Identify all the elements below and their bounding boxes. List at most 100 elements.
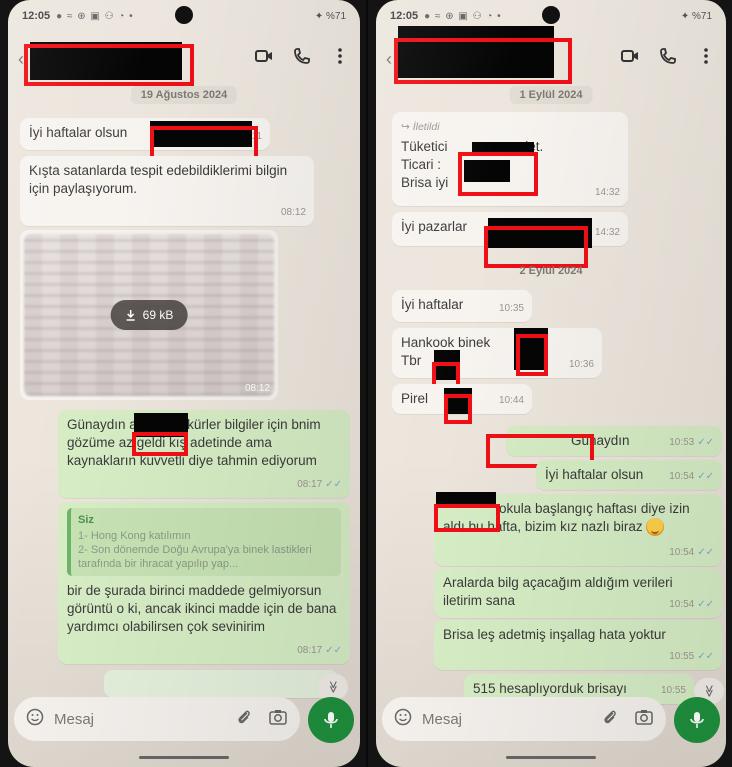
message-text: Pirel bbox=[401, 391, 429, 406]
message-text: Tüketici bbox=[401, 139, 448, 154]
microphone-icon bbox=[324, 712, 338, 728]
message-bubble[interactable]: İyi haftalar olsun 10:54 ✓✓ bbox=[536, 460, 722, 490]
read-receipt-icon: ✓✓ bbox=[325, 645, 342, 656]
message-composer[interactable]: Mesaj bbox=[14, 697, 300, 741]
message-bubble[interactable]: Kışta satanlarda tespit edebildiklerimi … bbox=[20, 156, 314, 226]
emoji-smile-icon bbox=[646, 518, 665, 537]
video-call-icon[interactable] bbox=[254, 46, 274, 66]
read-receipt-icon: ✓✓ bbox=[697, 437, 714, 448]
read-receipt-icon: ✓✓ bbox=[697, 471, 714, 482]
emoji-icon[interactable] bbox=[26, 708, 44, 730]
camera-cutout bbox=[175, 6, 193, 24]
left-phone-photo: 12:05 ● ≈ ⊕ ▣ ⚇ ◔ • ✦ %71 ‹ 19 Ağustos 2… bbox=[0, 0, 366, 767]
message-time: 10:55 bbox=[660, 685, 686, 696]
reply-message-bubble[interactable]: Siz 1- Hong Kong katılımın 2- Son dönemd… bbox=[58, 502, 350, 664]
home-indicator bbox=[139, 756, 229, 759]
voice-message-button[interactable] bbox=[674, 697, 720, 743]
date-chip: 19 Ağustos 2024 bbox=[130, 86, 238, 104]
phone-call-icon[interactable] bbox=[292, 46, 312, 66]
message-composer[interactable]: Mesaj bbox=[382, 697, 666, 741]
message-input[interactable]: Mesaj bbox=[54, 711, 94, 728]
message-text: Günaydın abi, teşekkürler bilgiler için … bbox=[67, 417, 321, 468]
battery-indicator: ✦ %71 bbox=[680, 10, 712, 22]
message-text: İyi haftalar olsun bbox=[29, 125, 128, 140]
message-time: 10:54 bbox=[669, 599, 695, 610]
message-bubble[interactable]: İyi haftalar 10:35 bbox=[392, 290, 532, 322]
date-chip: 2 Eylül 2024 bbox=[519, 265, 583, 277]
camera-cutout bbox=[542, 6, 560, 24]
read-receipt-icon: ✓✓ bbox=[325, 479, 342, 490]
video-call-icon[interactable] bbox=[620, 46, 640, 66]
redaction-highlight-box bbox=[458, 152, 538, 196]
status-icons: ● ≈ ⊕ ▣ ⚇ ◔ • bbox=[424, 10, 502, 22]
microphone-icon bbox=[690, 712, 704, 728]
chevron-down-icon: ≫ bbox=[702, 684, 716, 698]
status-bar: 12:05 ● ≈ ⊕ ▣ ⚇ ◔ • ✦ %71 bbox=[8, 0, 360, 32]
camera-icon[interactable] bbox=[268, 708, 288, 730]
message-text: Hankook binek bbox=[401, 335, 491, 350]
message-time: 14:32 bbox=[594, 187, 620, 198]
attach-icon[interactable] bbox=[236, 708, 252, 730]
redaction-highlight-box bbox=[132, 432, 188, 456]
message-text: Tbr bbox=[401, 353, 422, 368]
more-options-icon[interactable] bbox=[696, 46, 716, 66]
read-receipt-icon: ✓✓ bbox=[697, 651, 714, 662]
status-icons: ● ≈ ⊕ ▣ ⚇ ◔ • bbox=[56, 10, 134, 22]
chevron-down-icon: ≫ bbox=[326, 680, 340, 694]
message-time: 10:54 bbox=[669, 547, 695, 558]
right-phone-photo: 12:05 ● ≈ ⊕ ▣ ⚇ ◔ • ✦ %71 ‹ 1 Eylül 2024 bbox=[366, 0, 732, 767]
message-time: 08:17 bbox=[297, 645, 323, 656]
message-bubble[interactable]: Hankook binek Tbr 10:36 bbox=[392, 328, 602, 378]
redaction-highlight-box bbox=[394, 38, 572, 84]
message-text: okula başlangıç haftası diye bbox=[499, 501, 666, 516]
quote-line: 2- Son dönemde Doğu Avrupa'ya binek last… bbox=[78, 544, 312, 570]
camera-icon[interactable] bbox=[634, 708, 654, 730]
message-text: Kışta satanlarda tespit edebildiklerimi … bbox=[29, 163, 288, 196]
read-receipt-icon: ✓✓ bbox=[697, 599, 714, 610]
forwarded-label: ↪ İletildi bbox=[401, 121, 440, 133]
message-time: 14:32 bbox=[594, 227, 620, 238]
voice-message-button[interactable] bbox=[308, 697, 354, 743]
quoted-message[interactable]: Siz 1- Hong Kong katılımın 2- Son dönemd… bbox=[67, 508, 341, 576]
status-time: 12:05 bbox=[390, 10, 419, 22]
message-text: İyi pazarlar bbox=[401, 219, 468, 234]
download-icon bbox=[126, 310, 135, 321]
partial-message-bubble[interactable] bbox=[104, 670, 338, 698]
message-time: 10:36 bbox=[568, 359, 594, 370]
image-message[interactable]: 69 kB 08:12 bbox=[20, 230, 278, 400]
message-input[interactable]: Mesaj bbox=[422, 711, 462, 728]
attach-icon[interactable] bbox=[602, 708, 618, 730]
message-text: Aralarda bilg açacağım aldığım verileri … bbox=[443, 575, 673, 608]
quote-author: Siz bbox=[78, 514, 94, 526]
message-time: 08:12 bbox=[280, 207, 306, 218]
message-time: 10:55 bbox=[669, 651, 695, 662]
message-time: 08:12 bbox=[244, 383, 270, 394]
message-bubble[interactable]: Aralarda bilg açacağım aldığım verileri … bbox=[434, 568, 722, 618]
quote-line: 1- Hong Kong katılımın bbox=[78, 530, 191, 542]
redaction-highlight-box bbox=[434, 504, 500, 532]
download-button[interactable]: 69 kB bbox=[110, 300, 188, 330]
message-text: Brisa leş adetmiş inşallag hata yoktur bbox=[443, 627, 666, 642]
redaction-highlight-box bbox=[444, 394, 472, 424]
phone-call-icon[interactable] bbox=[658, 46, 678, 66]
download-size: 69 kB bbox=[142, 308, 174, 322]
message-time: 10:54 bbox=[669, 471, 695, 482]
battery-indicator: ✦ %71 bbox=[314, 10, 346, 22]
message-text: İyi haftalar olsun bbox=[545, 467, 644, 482]
phone-screen: 12:05 ● ≈ ⊕ ▣ ⚇ ◔ • ✦ %71 ‹ 1 Eylül 2024 bbox=[376, 0, 726, 767]
status-time: 12:05 bbox=[22, 10, 51, 22]
home-indicator bbox=[506, 756, 596, 759]
date-chip: 1 Eylül 2024 bbox=[509, 86, 593, 104]
message-time: 10:53 bbox=[669, 437, 695, 448]
redaction-highlight-box bbox=[24, 44, 194, 86]
read-receipt-icon: ✓✓ bbox=[697, 547, 714, 558]
redaction-highlight-box bbox=[516, 334, 548, 376]
message-text: bir de şurada birinci maddede gelmiyorsu… bbox=[67, 583, 337, 634]
more-options-icon[interactable] bbox=[330, 46, 350, 66]
message-time: 08:17 bbox=[297, 479, 323, 490]
emoji-icon[interactable] bbox=[394, 708, 412, 730]
message-bubble[interactable]: Brisa leş adetmiş inşallag hata yoktur 1… bbox=[434, 620, 722, 670]
message-time: 10:35 bbox=[498, 303, 524, 314]
message-time: 10:44 bbox=[498, 395, 524, 406]
message-bubble[interactable]: Günaydın abi, teşekkürler bilgiler için … bbox=[58, 410, 350, 498]
